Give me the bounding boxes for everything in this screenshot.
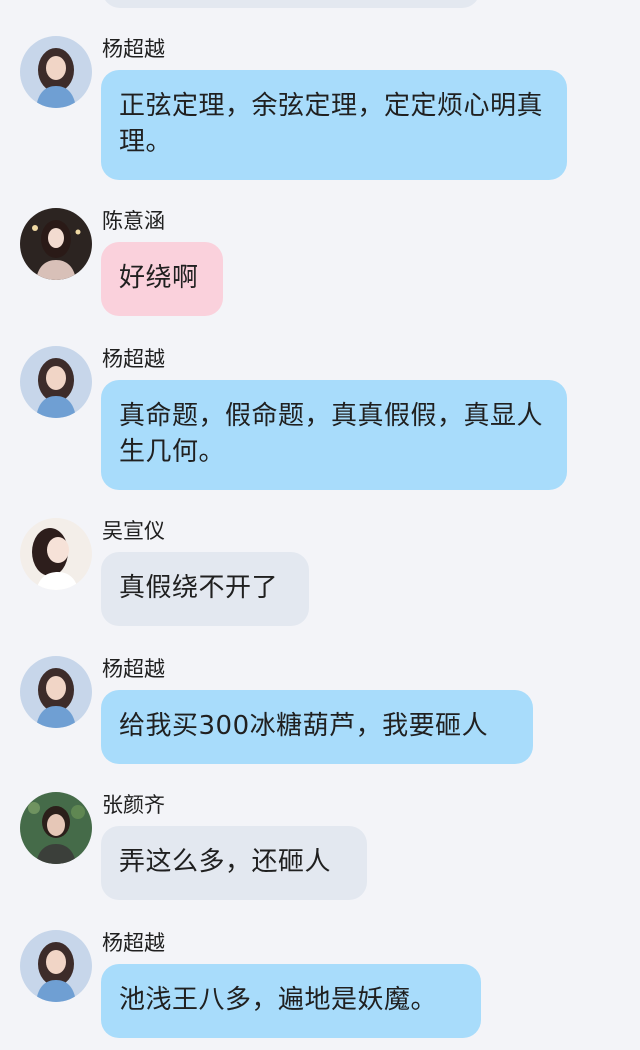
avatar-wu[interactable] xyxy=(20,518,92,590)
message-bubble[interactable]: 真假绕不开了 xyxy=(101,552,309,626)
message-text: 正弦定理，余弦定理，定定烦心明真理。 xyxy=(119,91,544,157)
message-bubble[interactable]: 真命题，假命题，真真假假，真显人生几何。 xyxy=(101,380,567,490)
sender-name: 陈意涵 xyxy=(102,209,165,233)
sender-name: 杨超越 xyxy=(102,657,165,681)
avatar-yang[interactable] xyxy=(20,346,92,418)
message-bubble[interactable]: 弄这么多，还砸人 xyxy=(101,826,367,900)
avatar-yang[interactable] xyxy=(20,656,92,728)
sender-name: 杨超越 xyxy=(102,37,165,61)
message-bubble[interactable]: 正弦定理，余弦定理，定定烦心明真理。 xyxy=(101,70,567,180)
avatar-yang[interactable] xyxy=(20,36,92,108)
message-text: 好绕啊 xyxy=(119,263,199,293)
message-bubble[interactable]: 好绕啊 xyxy=(101,242,223,316)
message-bubble[interactable]: 池浅王八多，遍地是妖魔。 xyxy=(101,964,481,1038)
avatar-zhang[interactable] xyxy=(20,792,92,864)
chat-view[interactable]: 杨超越 正弦定理，余弦定理，定定烦心明真理。 陈意涵 好绕啊 杨超越 真命题，假… xyxy=(0,0,640,1050)
message-text: 真假绕不开了 xyxy=(119,573,279,603)
message-bubble[interactable]: 给我买300冰糖葫芦，我要砸人 xyxy=(101,690,533,764)
sender-name: 吴宣仪 xyxy=(102,519,165,543)
message-text: 弄这么多，还砸人 xyxy=(119,847,332,877)
sender-name: 张颜齐 xyxy=(102,793,165,817)
avatar-yang[interactable] xyxy=(20,930,92,1002)
previous-message-bubble[interactable] xyxy=(102,0,480,8)
sender-name: 杨超越 xyxy=(102,931,165,955)
message-text: 给我买300冰糖葫芦，我要砸人 xyxy=(119,711,489,741)
avatar-chen[interactable] xyxy=(20,208,92,280)
message-text: 池浅王八多，遍地是妖魔。 xyxy=(119,985,438,1015)
sender-name: 杨超越 xyxy=(102,347,165,371)
message-text: 真命题，假命题，真真假假，真显人生几何。 xyxy=(119,401,544,467)
